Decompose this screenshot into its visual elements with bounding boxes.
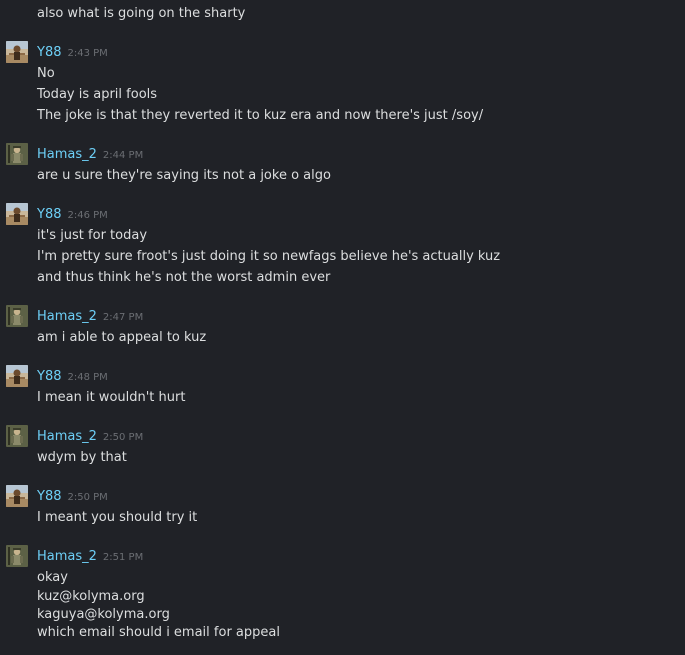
author-name[interactable]: Hamas_2 xyxy=(37,309,97,324)
author-name[interactable]: Ү88 xyxy=(37,207,61,222)
author-name[interactable]: Hamas_2 xyxy=(37,429,97,444)
desert-avatar-icon xyxy=(6,485,28,507)
message-header: Ү88 2:46 PM xyxy=(37,204,108,222)
message-line: kuz@kolyma.org xyxy=(37,589,145,604)
message-body: No Today is april fools The joke is that… xyxy=(37,63,483,126)
timestamp: 2:50 PM xyxy=(67,492,108,503)
avatar[interactable] xyxy=(6,365,28,387)
soldier-avatar-icon xyxy=(6,143,28,165)
message-line: it's just for today xyxy=(37,228,148,243)
avatar[interactable] xyxy=(6,305,28,327)
timestamp: 2:43 PM xyxy=(67,48,108,59)
message-line: kaguya@kolyma.org xyxy=(37,607,170,622)
timestamp: 2:48 PM xyxy=(67,372,108,383)
author-name[interactable]: Hamas_2 xyxy=(37,147,97,162)
avatar[interactable] xyxy=(6,545,28,567)
message-header: Ү88 2:48 PM xyxy=(37,366,108,384)
timestamp: 2:50 PM xyxy=(102,432,144,443)
message-header: Ү88 2:50 PM xyxy=(37,486,108,504)
message-body: I meant you should try it xyxy=(37,507,197,528)
message-line: I'm pretty sure froot's just doing it so… xyxy=(37,249,501,264)
message-header: Hamas_2 2:51 PM xyxy=(37,546,143,564)
avatar[interactable] xyxy=(6,143,28,165)
soldier-avatar-icon xyxy=(6,545,28,567)
timestamp: 2:44 PM xyxy=(102,150,144,161)
desert-avatar-icon xyxy=(6,365,28,387)
desert-avatar-icon xyxy=(6,41,28,63)
message-body: am i able to appeal to kuz xyxy=(37,327,206,348)
author-name[interactable]: Ү88 xyxy=(37,45,61,60)
message-line: wdym by that xyxy=(37,450,127,465)
soldier-avatar-icon xyxy=(6,305,28,327)
avatar[interactable] xyxy=(6,203,28,225)
avatar[interactable] xyxy=(6,425,28,447)
message-body: it's just for today I'm pretty sure froo… xyxy=(37,225,500,288)
author-name[interactable]: Ү88 xyxy=(37,489,61,504)
message-header: Ү88 2:43 PM xyxy=(37,42,108,60)
author-name[interactable]: Ү88 xyxy=(37,369,61,384)
message-line: and thus think he's not the worst admin … xyxy=(37,270,331,285)
timestamp: 2:47 PM xyxy=(102,312,144,323)
message-body: are u sure they're saying its not a joke… xyxy=(37,165,331,186)
author-name[interactable]: Hamas_2 xyxy=(37,549,97,564)
message-line: am i able to appeal to kuz xyxy=(37,330,207,345)
message-header: Hamas_2 2:47 PM xyxy=(37,306,143,324)
avatar[interactable] xyxy=(6,485,28,507)
message-line: which email should i email for appeal xyxy=(37,625,280,640)
timestamp: 2:51 PM xyxy=(102,552,144,563)
message-line: okay xyxy=(37,570,68,585)
message-header: Hamas_2 2:50 PM xyxy=(37,426,143,444)
message-line: Today is april fools xyxy=(37,87,158,102)
message-line: The joke is that they reverted it to kuz… xyxy=(37,108,484,123)
message-body: wdym by that xyxy=(37,447,127,468)
message-line: No xyxy=(37,66,55,81)
message-header: Hamas_2 2:44 PM xyxy=(37,144,143,162)
desert-avatar-icon xyxy=(6,203,28,225)
message-line: I mean it wouldn't hurt xyxy=(37,390,186,405)
message-line: are u sure they're saying its not a joke… xyxy=(37,168,331,183)
message-line: I meant you should try it xyxy=(37,510,198,525)
message-body: okay kuz@kolyma.org kaguya@kolyma.org wh… xyxy=(37,567,280,642)
message-body: I mean it wouldn't hurt xyxy=(37,387,185,408)
timestamp: 2:46 PM xyxy=(67,210,108,221)
partial-message-line: also what is going on the sharty xyxy=(37,6,246,21)
avatar[interactable] xyxy=(6,41,28,63)
chat-log: also what is going on the sharty Ү88 2:43… xyxy=(0,0,685,655)
soldier-avatar-icon xyxy=(6,425,28,447)
